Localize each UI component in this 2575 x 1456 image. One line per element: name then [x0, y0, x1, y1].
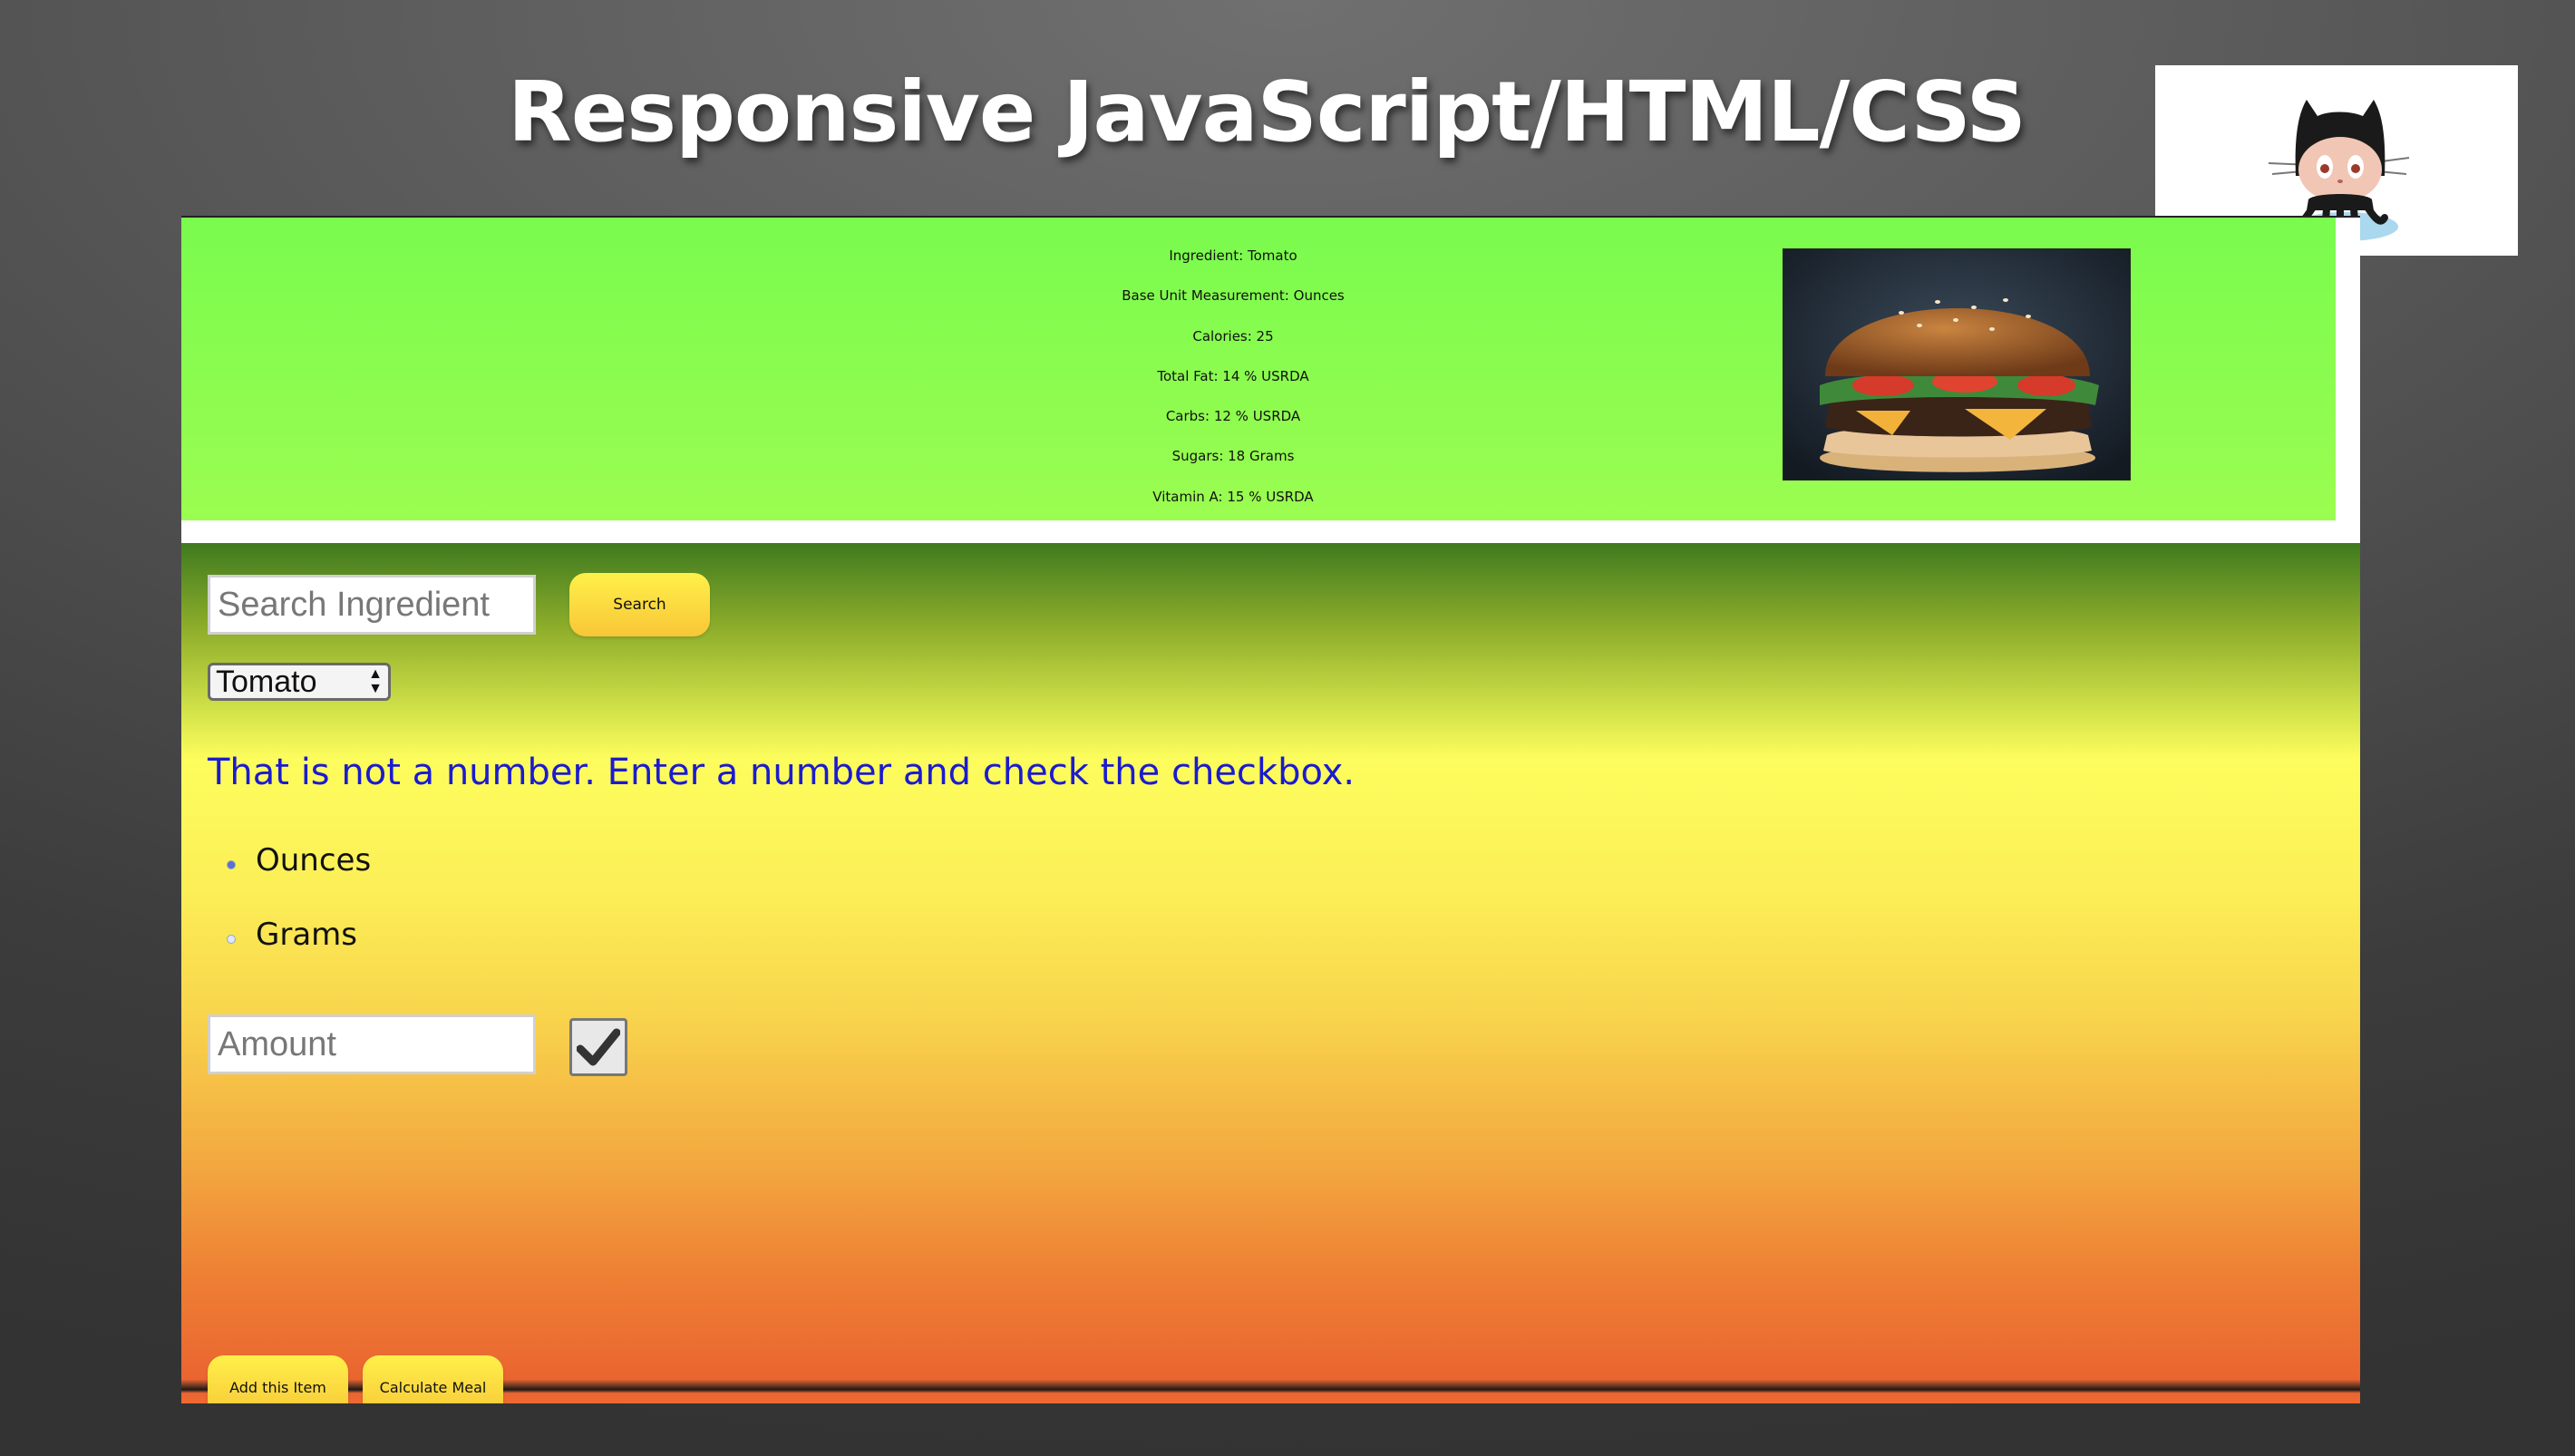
- amount-checkbox[interactable]: [569, 1018, 627, 1076]
- nutrition-sugars: Sugars: 18 Grams: [1171, 448, 1295, 465]
- radio-grams[interactable]: Grams: [227, 917, 357, 953]
- nutrition-base-unit: Base Unit Measurement: Ounces: [1122, 287, 1345, 305]
- calculator-form-panel: Search Tomato ▲▼ That is not a number. E…: [181, 543, 2360, 1403]
- calculate-meal-button[interactable]: Calculate Meal: [363, 1355, 503, 1403]
- slide-title: Responsive JavaScript/HTML/CSS: [508, 63, 2026, 160]
- nutrition-list: Ingredient: Tomato Base Unit Measurement…: [907, 236, 1560, 517]
- radio-ounces-label: Ounces: [256, 842, 372, 878]
- add-item-button[interactable]: Add this Item: [208, 1355, 348, 1403]
- app-window: Ingredient: Tomato Base Unit Measurement…: [181, 216, 2360, 1403]
- nutrition-carbs: Carbs: 12 % USRDA: [1165, 408, 1301, 425]
- nutrition-ingredient: Ingredient: Tomato: [1169, 248, 1297, 264]
- search-ingredient-input[interactable]: [208, 575, 536, 635]
- nutrition-info-panel: Ingredient: Tomato Base Unit Measurement…: [181, 218, 2360, 520]
- radio-ounces[interactable]: Ounces: [227, 842, 371, 878]
- nutrition-calories: Calories: 25: [1192, 327, 1274, 345]
- error-message: That is not a number. Enter a number and…: [208, 752, 1356, 793]
- nutrition-total-fat: Total Fat: 14 % USRDA: [1157, 367, 1309, 384]
- checkmark-icon: [577, 1028, 620, 1066]
- radio-grams-label: Grams: [256, 917, 357, 953]
- radio-grams-dot[interactable]: [227, 935, 236, 944]
- window-scroll-edge: [2336, 218, 2360, 520]
- radio-ounces-dot[interactable]: [227, 860, 236, 869]
- ingredient-select[interactable]: Tomato ▲ ▼: [208, 663, 391, 701]
- ingredient-select-value: Tomato: [216, 665, 317, 699]
- burger-photo: [1783, 248, 2131, 480]
- search-button[interactable]: Search: [569, 573, 710, 636]
- select-arrows-icon: ▲ ▼: [368, 666, 383, 696]
- amount-input[interactable]: [208, 1014, 536, 1074]
- nutrition-vitamin-a: Vitamin A: 15 % USRDA: [1152, 488, 1314, 505]
